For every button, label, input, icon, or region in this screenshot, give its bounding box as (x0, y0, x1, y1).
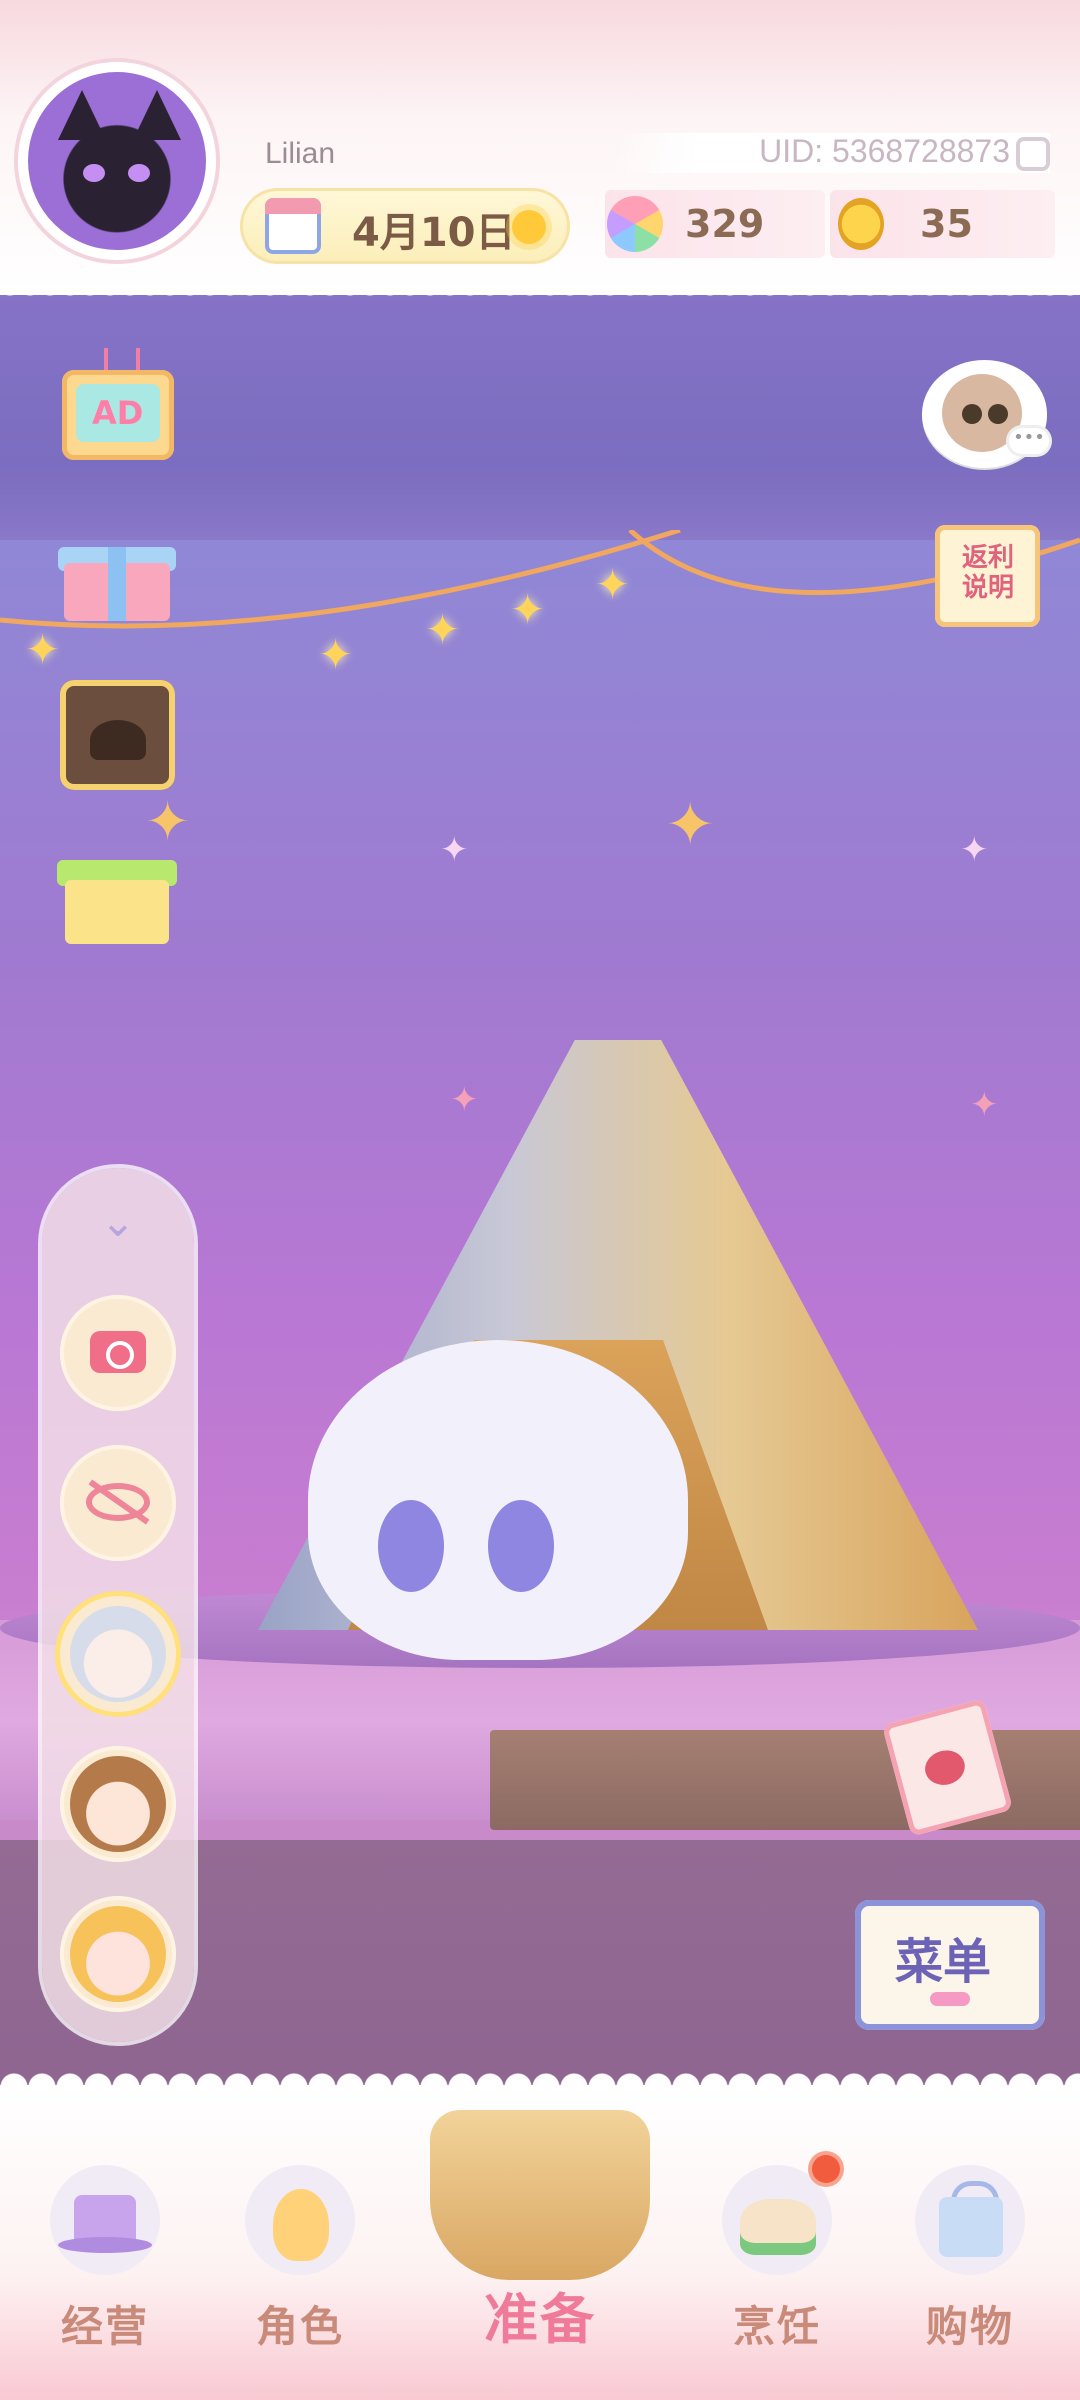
character-blonde-hair[interactable] (60, 1896, 176, 2012)
shopping-bag-icon (915, 2165, 1025, 2275)
date-weather-pill[interactable]: 4月10日 (240, 188, 570, 264)
picnic-basket-icon (430, 2110, 650, 2280)
tent[interactable] (258, 1040, 978, 1660)
current-date: 4月10日 (352, 210, 516, 256)
hide-ui-button[interactable] (60, 1445, 176, 1561)
ad-tv-button[interactable]: AD (62, 348, 174, 460)
ghost-eye-right (488, 1500, 554, 1592)
player-name: Lilian (265, 137, 336, 170)
bow-icon (930, 1992, 970, 2006)
nav-manage[interactable]: 经营 (25, 2145, 185, 2385)
bottom-navigation: 经营 角色 准备 烹饪 购物 (0, 2067, 1080, 2400)
camera-icon (90, 1331, 146, 1373)
player-avatar[interactable] (18, 62, 216, 260)
raccoon-treasure-button[interactable] (60, 680, 175, 790)
coin-icon (838, 198, 884, 250)
header-scallop-border (0, 285, 1080, 303)
gift-box-button[interactable] (58, 525, 176, 625)
sleeping-ghost-pet[interactable] (308, 1340, 688, 1660)
nav-characters-label: 角色 (255, 2302, 344, 2351)
present-icon (65, 880, 169, 944)
character-portrait-icon (70, 1756, 166, 1852)
nav-cooking-label: 烹饪 (732, 2302, 821, 2351)
chevron-down-icon[interactable]: ⌄ (94, 1198, 142, 1246)
rebate-label: 返利说明 (961, 543, 1014, 603)
sparkle-icon: ✦ (440, 830, 469, 870)
gem-icon (607, 196, 663, 252)
sparkle-icon: ✦ (960, 830, 989, 870)
character-portrait-icon (70, 1906, 166, 2002)
nav-prepare[interactable]: 准备 (390, 2075, 690, 2375)
top-bar: Lilian UID: 5368728873 4月10日 329 35 (0, 0, 1080, 303)
nav-shopping[interactable]: 购物 (890, 2145, 1050, 2385)
copy-icon[interactable] (1016, 136, 1050, 171)
nav-cooking[interactable]: 烹饪 (697, 2145, 857, 2385)
camera-button[interactable] (60, 1295, 176, 1411)
character-brown-hair[interactable] (60, 1746, 176, 1862)
nav-characters[interactable]: 角色 (220, 2145, 380, 2385)
sandwich-icon (722, 2165, 832, 2275)
gift-icon (108, 547, 126, 621)
top-hat-icon (50, 2165, 160, 2275)
black-cat-avatar-icon (28, 72, 206, 250)
player-uid[interactable]: UID: 5368728873 (610, 133, 1050, 173)
green-gift-button[interactable] (55, 840, 180, 950)
notification-badge (812, 2155, 840, 2183)
gem-count: 329 (685, 202, 765, 246)
character-silver-hair[interactable] (60, 1596, 176, 1712)
coin-counter[interactable]: 35 (830, 190, 1055, 258)
uid-text: UID: 5368728873 (759, 133, 1010, 169)
menu-label: 菜单 (895, 1934, 992, 1990)
tv-antenna-icon (104, 348, 140, 370)
quick-tools-panel: ⌄ (42, 1168, 194, 2042)
coin-count: 35 (920, 202, 973, 246)
chat-bubble-icon: ••• (1009, 428, 1049, 454)
gem-counter[interactable]: 329 (605, 190, 825, 258)
menu-book-button[interactable]: 菜单 (855, 1880, 1045, 2030)
ad-label: AD (92, 394, 144, 432)
character-portrait-icon (70, 1606, 166, 1702)
nav-shopping-label: 购物 (925, 2302, 1014, 2351)
calendar-icon (265, 198, 321, 254)
duck-doll-icon (245, 2165, 355, 2275)
nav-prepare-label: 准备 (484, 2288, 596, 2351)
raccoon-chat-button[interactable]: ••• (922, 360, 1049, 468)
nav-manage-label: 经营 (60, 2302, 149, 2351)
sun-icon (512, 210, 546, 244)
rebate-info-button[interactable]: 返利说明 (935, 525, 1040, 627)
ghost-eye-left (378, 1500, 444, 1592)
sparkle-icon: ✦ (665, 790, 716, 860)
